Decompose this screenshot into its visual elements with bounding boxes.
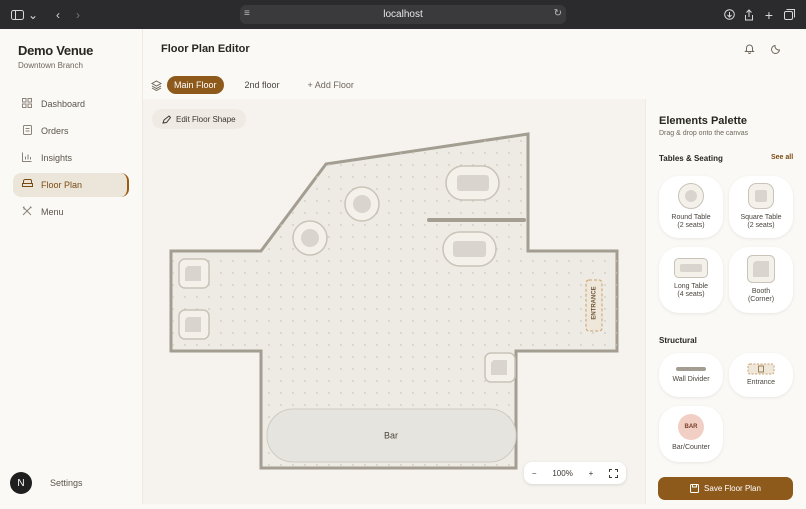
zoom-level: 100% <box>552 468 573 478</box>
card-label: Wall Divider <box>672 376 710 383</box>
settings-link[interactable]: N Settings <box>10 472 83 494</box>
palette-subtitle: Drag & drop onto the canvas <box>659 130 749 137</box>
wall-divider-card[interactable]: Wall Divider <box>659 353 723 397</box>
card-sublabel: (2 seats) <box>677 222 705 229</box>
sidebar-item-menu[interactable]: Menu <box>13 200 129 224</box>
round-table[interactable] <box>344 186 380 222</box>
avatar[interactable]: N <box>10 472 32 494</box>
download-icon[interactable] <box>722 0 736 29</box>
entrance-card[interactable]: Entrance <box>729 353 793 397</box>
branch-name: Downtown Branch <box>18 61 83 70</box>
tab-2nd-floor[interactable]: 2nd floor <box>238 76 287 94</box>
sidebar-item-label: Menu <box>41 207 64 217</box>
wall-divider-icon <box>676 367 706 371</box>
entrance-label: ENTRANCE <box>592 286 598 319</box>
bar-badge: BAR <box>678 414 704 440</box>
receipt-icon <box>13 124 41 138</box>
zoom-in-button[interactable]: + <box>589 469 594 478</box>
bar-counter-card[interactable]: BAR Bar/Counter <box>659 406 723 462</box>
fullscreen-icon[interactable] <box>609 468 619 478</box>
entrance-marker[interactable]: ENTRANCE <box>585 279 603 332</box>
sidebar-item-label: Floor Plan <box>41 180 83 190</box>
palette-title: Elements Palette <box>659 115 748 127</box>
card-label: Booth <box>751 288 771 295</box>
browser-toolbar: ⌄ ‹ › ≡ localhost ↻ + <box>0 0 806 29</box>
settings-label: Settings <box>50 478 83 488</box>
round-table-card[interactable]: Round Table (2 seats) <box>659 176 723 238</box>
sidebar-item-label: Dashboard <box>41 99 86 109</box>
sidebar-item-floor-plan[interactable]: Floor Plan <box>13 173 129 197</box>
bar-chart-icon <box>13 152 41 165</box>
floor-tabs: Main Floor 2nd floor + Add Floor <box>151 76 375 94</box>
card-label: Long Table <box>673 283 709 290</box>
back-arrow-icon[interactable]: ‹ <box>52 0 64 29</box>
add-floor-button[interactable]: + Add Floor <box>301 76 361 94</box>
grid-icon <box>13 97 41 111</box>
booth-table[interactable] <box>178 258 210 289</box>
edit-floor-shape-button[interactable]: Edit Floor Shape <box>152 109 246 129</box>
long-table-card[interactable]: Long Table (4 seats) <box>659 247 723 313</box>
card-label: Bar/Counter <box>672 444 710 451</box>
sidebar-item-label: Orders <box>41 126 69 136</box>
sidebar-item-label: Insights <box>41 153 73 163</box>
layers-icon <box>151 79 162 91</box>
edit-floor-shape-label: Edit Floor Shape <box>176 114 236 124</box>
square-table-card[interactable]: Square Table (2 seats) <box>729 176 793 238</box>
long-table-icon <box>674 258 708 278</box>
tabs-overview-icon[interactable] <box>782 0 796 29</box>
bell-icon[interactable] <box>744 43 755 57</box>
card-label: Square Table <box>740 214 782 221</box>
reader-icon[interactable]: ≡ <box>244 8 250 19</box>
zoom-out-button[interactable]: − <box>532 469 537 478</box>
round-table-icon <box>678 183 704 209</box>
see-all-link[interactable]: See all <box>771 154 793 161</box>
venue-name: Demo Venue <box>18 43 94 58</box>
sidebar-item-orders[interactable]: Orders <box>13 119 129 143</box>
sidebar: Demo Venue Downtown Branch Dashboard Ord… <box>0 29 143 504</box>
sofa-icon <box>13 179 41 191</box>
save-floor-plan-button[interactable]: Save Floor Plan <box>658 477 793 500</box>
zoom-controls: − 100% + <box>524 462 626 484</box>
page-title: Floor Plan Editor <box>161 43 250 55</box>
structural-section-title: Structural <box>659 336 697 345</box>
moon-icon[interactable] <box>771 43 782 57</box>
new-tab-icon[interactable]: + <box>762 0 776 29</box>
oval-table[interactable] <box>442 231 497 267</box>
card-sublabel: (4 seats) <box>677 291 705 298</box>
elements-palette: Elements Palette Drag & drop onto the ca… <box>645 99 806 504</box>
booth-card[interactable]: Booth (Corner) <box>729 247 793 313</box>
save-icon <box>690 484 700 493</box>
floor-canvas[interactable]: ENTRANCE Bar <box>143 99 645 504</box>
booth-table[interactable] <box>484 352 516 383</box>
sidebar-item-insights[interactable]: Insights <box>13 146 129 170</box>
booth-table[interactable] <box>178 309 210 340</box>
chevron-down-icon[interactable]: ⌄ <box>28 0 38 29</box>
utensils-icon <box>13 205 41 219</box>
page-header: Floor Plan Editor Main Floor 2nd floor +… <box>143 29 806 99</box>
reload-icon[interactable]: ↻ <box>554 8 562 19</box>
share-icon[interactable] <box>742 0 756 29</box>
save-label: Save Floor Plan <box>704 484 761 493</box>
pencil-icon <box>162 114 171 124</box>
door-icon <box>747 363 775 375</box>
round-table[interactable] <box>292 220 328 256</box>
tables-section-title: Tables & Seating <box>659 154 723 163</box>
sidebar-toggle-icon[interactable] <box>8 0 26 29</box>
url-text: localhost <box>383 9 423 20</box>
card-sublabel: (2 seats) <box>747 222 775 229</box>
sidebar-item-dashboard[interactable]: Dashboard <box>13 92 129 116</box>
card-label: Entrance <box>746 379 776 386</box>
address-bar[interactable]: ≡ localhost ↻ <box>240 5 566 24</box>
bar-counter[interactable]: Bar <box>266 408 517 463</box>
square-table-icon <box>748 183 774 209</box>
card-sublabel: (Corner) <box>747 296 775 303</box>
bar-label: Bar <box>384 430 398 440</box>
floor-plan-svg[interactable]: ENTRANCE Bar <box>143 99 645 504</box>
card-label: Round Table <box>671 214 711 221</box>
booth-icon <box>747 255 775 283</box>
tab-main-floor[interactable]: Main Floor <box>167 76 224 94</box>
oval-table[interactable] <box>445 165 500 201</box>
forward-arrow-icon[interactable]: › <box>72 0 84 29</box>
